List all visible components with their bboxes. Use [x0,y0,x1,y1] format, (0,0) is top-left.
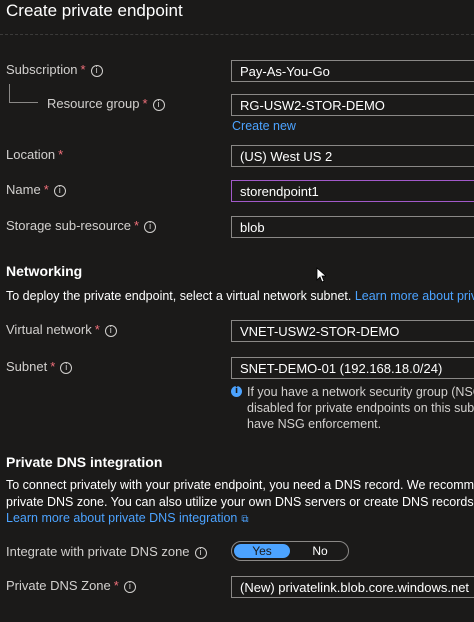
page-title: Create private endpoint [6,1,183,20]
virtual-network-select[interactable]: VNET-USW2-STOR-DEMO [231,320,474,342]
resource-group-label-text: Resource group [47,96,140,111]
location-select[interactable]: (US) West US 2 [231,145,474,167]
integrate-dns-label-text: Integrate with private DNS zone [6,544,190,559]
sub-resource-select[interactable]: blob [231,216,474,238]
create-private-endpoint-page: Create private endpoint Subscription * i P… [0,0,474,622]
subscription-label: Subscription * i [6,62,103,78]
subscription-label-text: Subscription [6,62,78,77]
header-divider [0,34,474,35]
resource-group-select[interactable]: RG-USW2-STOR-DEMO [231,94,474,116]
nsg-note-line: If you have a network security group (NS… [247,385,474,399]
subnet-select[interactable]: SNET-DEMO-01 (192.168.18.0/24) [231,357,474,379]
nsg-note-line: have NSG enforcement. [247,417,382,431]
info-icon[interactable]: i [60,362,73,374]
info-filled-icon: i [231,386,242,397]
networking-description-text: To deploy the private endpoint, select a… [6,289,352,303]
dns-learn-more-link[interactable]: Learn more about private DNS integration [6,511,237,525]
dns-heading: Private DNS integration [6,454,163,470]
subnet-label-text: Subnet [6,359,48,374]
location-label: Location * [6,147,63,163]
mouse-pointer-icon [316,267,326,283]
virtual-network-label: Virtual network * i [6,322,117,338]
create-new-link-wrap: Create new [232,118,296,134]
create-new-link[interactable]: Create new [232,119,296,133]
required-asterisk: * [94,322,100,337]
subnet-label: Subnet * i [6,359,73,375]
info-icon[interactable]: i [194,547,207,559]
required-asterisk: * [134,218,140,233]
info-icon[interactable]: i [123,581,136,593]
tree-connector [9,84,38,103]
required-asterisk: * [80,62,86,77]
networking-description: To deploy the private endpoint, select a… [6,288,474,304]
dns-zone-label: Private DNS Zone * i [6,578,136,594]
location-label-text: Location [6,147,56,162]
dns-zone-label-text: Private DNS Zone [6,578,111,593]
toggle-yes-option[interactable]: Yes [234,544,290,558]
required-asterisk: * [43,182,49,197]
info-icon[interactable]: i [144,221,157,233]
name-input[interactable]: storendpoint1 [231,180,474,202]
nsg-note-text: If you have a network security group (NS… [247,384,474,432]
name-label-text: Name [6,182,41,197]
info-icon[interactable]: i [53,185,66,197]
info-icon[interactable]: i [104,325,117,337]
toggle-no-option[interactable]: No [294,544,346,558]
required-asterisk: * [58,147,64,162]
virtual-network-label-text: Virtual network [6,322,92,337]
dns-learn-more-wrap: Learn more about private DNS integration… [6,510,249,528]
name-label: Name * i [6,182,66,198]
info-icon[interactable]: i [152,99,165,111]
sub-resource-label-text: Storage sub-resource [6,218,132,233]
subscription-select[interactable]: Pay-As-You-Go [231,60,474,82]
networking-heading: Networking [6,263,83,279]
dns-description-line2: private DNS zone. You can also utilize y… [6,495,474,509]
required-asterisk: * [50,359,56,374]
nsg-note-line: disabled for private endpoints on this s… [247,401,474,415]
info-icon[interactable]: i [90,65,103,77]
dns-description-line1: To connect privately with your private e… [6,478,474,492]
sub-resource-label: Storage sub-resource * i [6,218,157,234]
networking-learn-more-link[interactable]: Learn more about private e [355,289,474,303]
dns-zone-select[interactable]: (New) privatelink.blob.core.windows.net [231,576,474,598]
resource-group-label: Resource group * i [47,96,165,112]
required-asterisk: * [142,96,148,111]
integrate-dns-label: Integrate with private DNS zone i [6,544,207,560]
required-asterisk: * [113,578,119,593]
external-link-icon: ⧉ [241,514,249,525]
integrate-dns-toggle[interactable]: Yes No [231,541,349,561]
